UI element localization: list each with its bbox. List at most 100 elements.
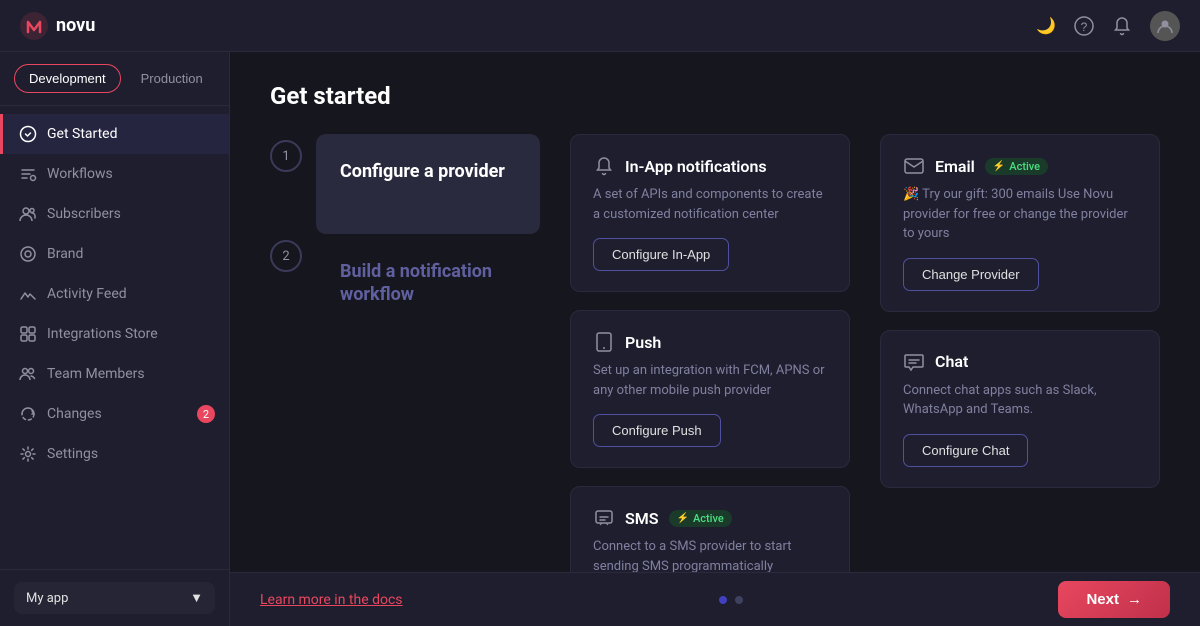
changes-icon <box>19 405 37 423</box>
email-active-badge: Active <box>985 158 1048 175</box>
push-desc: Set up an integration with FCM, APNS or … <box>593 361 827 400</box>
production-env-btn[interactable]: Production <box>127 65 217 92</box>
chat-icon <box>903 351 925 373</box>
sidebar-item-get-started-label: Get Started <box>47 126 118 142</box>
sms-icon <box>593 507 615 529</box>
sidebar-item-subscribers-label: Subscribers <box>47 206 121 222</box>
sidebar-item-subscribers[interactable]: Subscribers <box>0 194 229 234</box>
sms-desc: Connect to a SMS provider to start sendi… <box>593 537 827 572</box>
pagination <box>719 596 743 604</box>
sidebar-nav: Get Started Workflows <box>0 106 229 569</box>
steps-area: 1 Configure a provider 2 Build a notific… <box>270 134 1160 572</box>
dark-mode-icon[interactable]: 🌙 <box>1036 16 1056 36</box>
sidebar-item-team-members[interactable]: Team Members <box>0 354 229 394</box>
logo[interactable]: novu <box>20 12 95 40</box>
sidebar-item-workflows[interactable]: Workflows <box>0 154 229 194</box>
in-app-card: In-App notifications A set of APIs and c… <box>570 134 850 292</box>
email-icon <box>903 155 925 177</box>
sidebar-item-workflows-label: Workflows <box>47 166 113 182</box>
docs-link[interactable]: Learn more in the docs <box>260 592 403 608</box>
brand-icon <box>19 245 37 263</box>
chevron-down-icon: ▼ <box>190 590 203 606</box>
subscribers-icon <box>19 205 37 223</box>
main-layout: Development Production Get Started <box>0 52 1200 626</box>
content-inner: Get started 1 Configure a provider 2 Bui… <box>230 52 1200 572</box>
bottom-bar: Learn more in the docs Next → <box>230 572 1200 626</box>
phone-icon <box>593 331 615 353</box>
step-2-title: Build a notification workflow <box>340 260 516 307</box>
step-1-number: 1 <box>270 140 302 172</box>
sidebar-item-team-members-label: Team Members <box>47 366 145 382</box>
bell-icon <box>593 155 615 177</box>
app-selector-label: My app <box>26 591 68 606</box>
email-card: Email Active 🎉 Try our gift: 300 emails … <box>880 134 1160 312</box>
configure-in-app-btn[interactable]: Configure In-App <box>593 238 729 271</box>
step-1: 1 Configure a provider <box>270 134 540 234</box>
sms-card: SMS Active Connect to a SMS provider to … <box>570 486 850 572</box>
logo-text: novu <box>56 15 95 36</box>
development-env-btn[interactable]: Development <box>14 64 121 93</box>
chat-desc: Connect chat apps such as Slack, WhatsAp… <box>903 381 1137 420</box>
sms-header: SMS Active <box>593 507 827 529</box>
push-title: Push <box>625 333 661 352</box>
email-header: Email Active <box>903 155 1137 177</box>
email-title: Email <box>935 157 975 176</box>
get-started-icon <box>19 125 37 143</box>
page-title: Get started <box>270 82 1160 110</box>
sidebar-item-activity-feed[interactable]: Activity Feed <box>0 274 229 314</box>
sidebar-item-activity-feed-label: Activity Feed <box>47 286 127 302</box>
chat-title: Chat <box>935 352 968 371</box>
pagination-dot-2 <box>735 596 743 604</box>
sidebar-item-integrations-store-label: Integrations Store <box>47 326 158 342</box>
in-app-title: In-App notifications <box>625 157 767 176</box>
email-desc: 🎉 Try our gift: 300 emails Use Novu prov… <box>903 185 1137 244</box>
sidebar-bottom: My app ▼ <box>0 569 229 626</box>
topbar-actions: 🌙 ? <box>1036 11 1180 41</box>
step-2: 2 Build a notification workflow <box>270 234 540 334</box>
help-icon[interactable]: ? <box>1074 16 1094 36</box>
sidebar-item-settings[interactable]: Settings <box>0 434 229 474</box>
team-members-icon <box>19 365 37 383</box>
sidebar-item-brand[interactable]: Brand <box>0 234 229 274</box>
pagination-dot-1 <box>719 596 727 604</box>
settings-icon <box>19 445 37 463</box>
step-list: 1 Configure a provider 2 Build a notific… <box>270 134 540 572</box>
step-2-card: Build a notification workflow <box>316 234 540 334</box>
in-app-desc: A set of APIs and components to create a… <box>593 185 827 224</box>
provider-grid: In-App notifications A set of APIs and c… <box>570 134 1160 572</box>
sidebar-item-integrations-store[interactable]: Integrations Store <box>0 314 229 354</box>
notifications-icon[interactable] <box>1112 16 1132 36</box>
configure-chat-btn[interactable]: Configure Chat <box>903 434 1028 467</box>
sidebar-item-changes[interactable]: Changes 2 <box>0 394 229 434</box>
provider-left-column: In-App notifications A set of APIs and c… <box>570 134 850 572</box>
sidebar-item-settings-label: Settings <box>47 446 98 462</box>
next-button-label: Next <box>1086 591 1119 608</box>
arrow-right-icon: → <box>1127 591 1142 608</box>
configure-push-btn[interactable]: Configure Push <box>593 414 721 447</box>
activity-feed-icon <box>19 285 37 303</box>
sms-title: SMS <box>625 509 659 528</box>
content-area: Get started 1 Configure a provider 2 Bui… <box>230 52 1200 626</box>
chat-header: Chat <box>903 351 1137 373</box>
step-1-title: Configure a provider <box>340 160 516 183</box>
sms-active-badge: Active <box>669 510 732 527</box>
workflows-icon <box>19 165 37 183</box>
env-switcher: Development Production <box>0 52 229 106</box>
integrations-icon <box>19 325 37 343</box>
changes-badge: 2 <box>197 405 215 423</box>
provider-right-column: Email Active 🎉 Try our gift: 300 emails … <box>880 134 1160 572</box>
push-card: Push Set up an integration with FCM, APN… <box>570 310 850 468</box>
avatar[interactable] <box>1150 11 1180 41</box>
sidebar-item-get-started[interactable]: Get Started <box>0 114 229 154</box>
chat-card: Chat Connect chat apps such as Slack, Wh… <box>880 330 1160 488</box>
step-2-number: 2 <box>270 240 302 272</box>
push-header: Push <box>593 331 827 353</box>
svg-text:?: ? <box>1081 20 1088 34</box>
step-1-card: Configure a provider <box>316 134 540 234</box>
topbar: novu 🌙 ? <box>0 0 1200 52</box>
in-app-header: In-App notifications <box>593 155 827 177</box>
next-button[interactable]: Next → <box>1058 581 1170 618</box>
app-selector[interactable]: My app ▼ <box>14 582 215 614</box>
sidebar-item-brand-label: Brand <box>47 246 83 262</box>
email-change-provider-btn[interactable]: Change Provider <box>903 258 1039 291</box>
